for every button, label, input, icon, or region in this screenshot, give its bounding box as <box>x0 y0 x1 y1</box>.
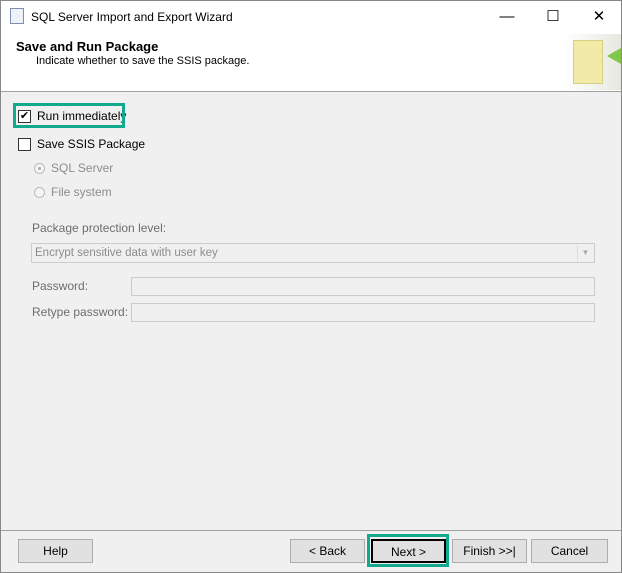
package-logo-icon <box>563 34 621 90</box>
password-input[interactable] <box>131 277 595 296</box>
page-subtitle: Indicate whether to save the SSIS packag… <box>36 55 250 67</box>
title-bar: SQL Server Import and Export Wizard — ☐ … <box>1 1 621 32</box>
retype-password-label: Retype password: <box>32 305 129 319</box>
back-button[interactable]: < Back <box>290 539 365 563</box>
sql-server-radio[interactable]: SQL Server <box>34 161 113 175</box>
save-ssis-package-label: Save SSIS Package <box>37 137 146 151</box>
finish-button[interactable]: Finish >>| <box>452 539 527 563</box>
footer-divider <box>1 530 621 531</box>
protection-level-label: Package protection level: <box>32 221 167 235</box>
save-ssis-package-checkbox[interactable]: Save SSIS Package <box>18 137 145 151</box>
retype-password-input[interactable] <box>131 303 595 322</box>
cancel-button[interactable]: Cancel <box>531 539 608 563</box>
close-button[interactable]: ✕ <box>576 5 622 29</box>
wizard-window: SQL Server Import and Export Wizard — ☐ … <box>0 0 622 573</box>
chevron-down-icon: ▼ <box>577 245 593 261</box>
minimize-button[interactable]: — <box>484 5 530 29</box>
window-title: SQL Server Import and Export Wizard <box>31 10 233 24</box>
password-label: Password: <box>32 279 89 293</box>
highlight-run-immediately <box>13 103 125 128</box>
highlight-next <box>367 534 449 567</box>
protection-level-select[interactable]: Encrypt sensitive data with user key ▼ <box>31 243 595 263</box>
page-header: Save and Run Package Indicate whether to… <box>1 32 621 92</box>
maximize-button[interactable]: ☐ <box>530 5 576 29</box>
page-title: Save and Run Package <box>16 39 159 54</box>
file-system-radio[interactable]: File system <box>34 185 112 199</box>
app-icon <box>10 8 24 24</box>
help-button[interactable]: Help <box>18 539 93 563</box>
